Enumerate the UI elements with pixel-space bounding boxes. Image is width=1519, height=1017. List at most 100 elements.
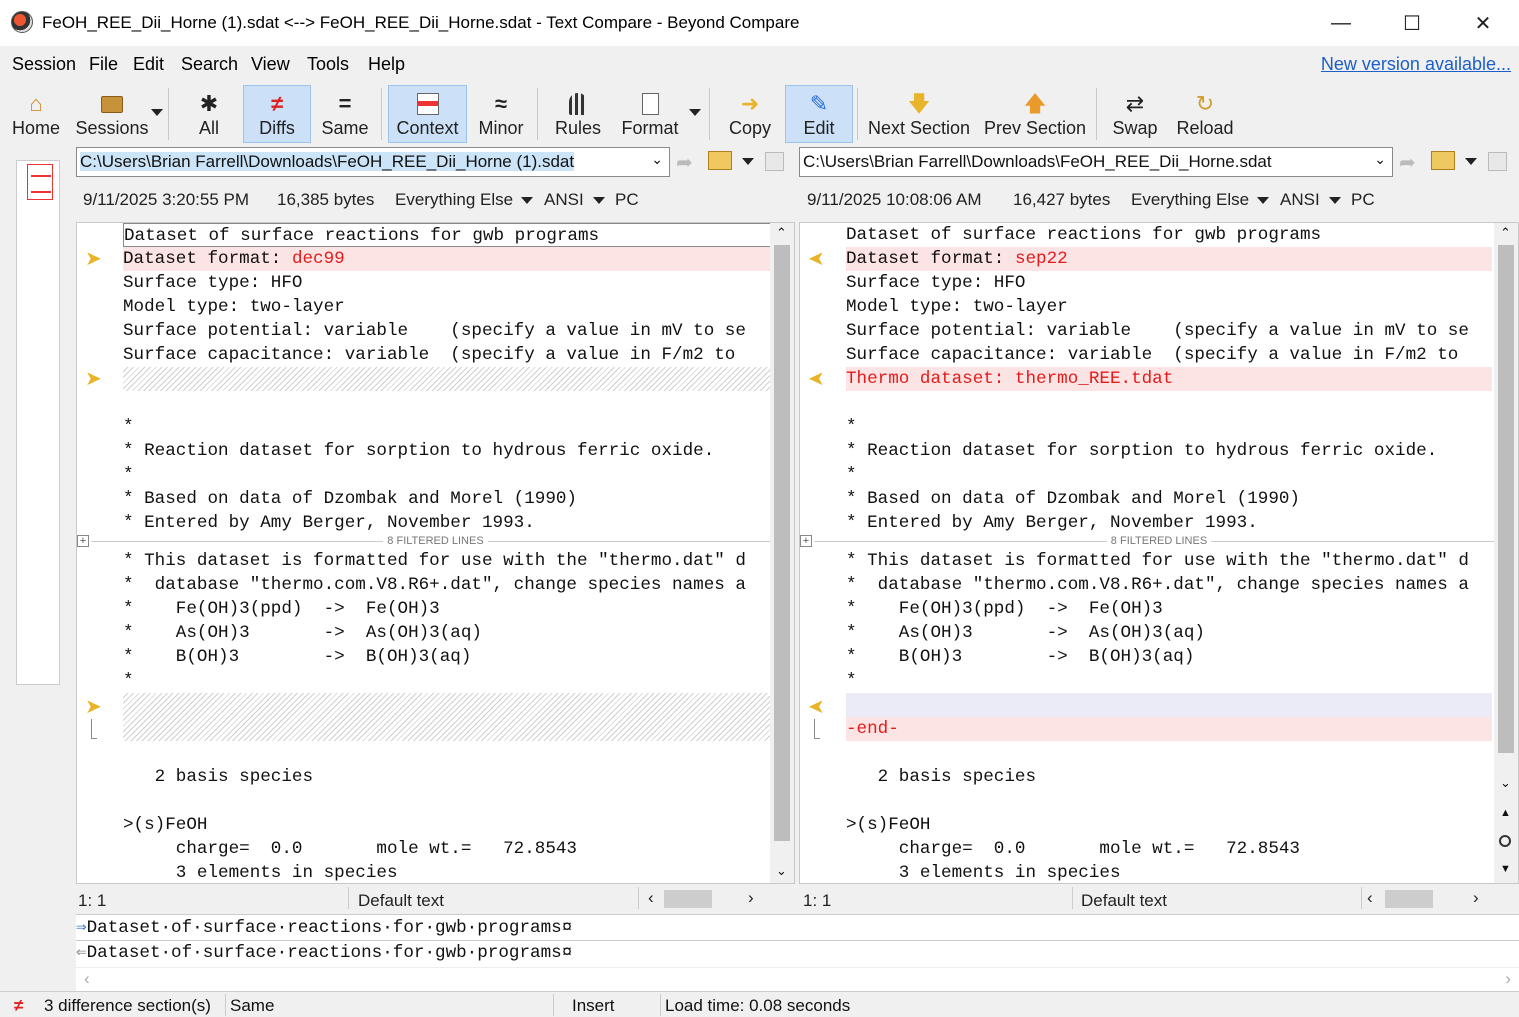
scrollbar-thumb[interactable]: [1498, 245, 1514, 753]
scrollbar-thumb[interactable]: [1385, 890, 1433, 908]
text-line[interactable]: Surface type: HFO: [123, 271, 303, 295]
scroll-right-icon[interactable]: ›: [1473, 888, 1479, 908]
same-filter-button[interactable]: = Same: [312, 85, 378, 143]
text-line[interactable]: Surface capacitance: variable (specify a…: [846, 343, 1469, 367]
text-line[interactable]: *: [123, 463, 134, 487]
text-line[interactable]: Surface capacitance: variable (specify a…: [123, 343, 746, 367]
right-save-icon[interactable]: [1488, 152, 1507, 171]
scroll-up-icon[interactable]: ⌃: [1500, 225, 1511, 241]
left-path-input[interactable]: C:\Users\Brian Farrell\Downloads\FeOH_RE…: [76, 147, 670, 177]
menu-session[interactable]: Session: [12, 54, 76, 75]
left-format-select[interactable]: Everything Else: [395, 190, 513, 210]
text-line[interactable]: 3 elements in species: [846, 861, 1121, 883]
text-line[interactable]: 2 basis species: [846, 765, 1036, 789]
text-line[interactable]: * As(OH)3 -> As(OH)3(aq): [123, 621, 482, 645]
prev-section-button[interactable]: 🡅 Prev Section: [982, 85, 1088, 143]
difference-overview-map[interactable]: [16, 160, 60, 685]
text-line[interactable]: * Based on data of Dzombak and Morel (19…: [123, 487, 577, 511]
minimize-button[interactable]: —: [1306, 0, 1376, 46]
text-line[interactable]: * As(OH)3 -> As(OH)3(aq): [846, 621, 1205, 645]
text-line[interactable]: * Reaction dataset for sorption to hydro…: [846, 439, 1437, 463]
next-diff-icon[interactable]: ▼: [1500, 863, 1511, 875]
scrollbar-thumb[interactable]: [664, 890, 712, 908]
right-line-ending[interactable]: PC: [1351, 190, 1375, 210]
edit-button[interactable]: ✎ Edit: [785, 85, 853, 143]
text-line[interactable]: Model type: two-layer: [846, 295, 1068, 319]
format-dropdown-icon[interactable]: [689, 109, 701, 116]
text-line[interactable]: Surface potential: variable (specify a v…: [123, 319, 746, 343]
left-format-dropdown-icon[interactable]: [521, 197, 533, 204]
text-line[interactable]: * Based on data of Dzombak and Morel (19…: [846, 487, 1300, 511]
text-line-diff[interactable]: -end-: [846, 717, 1492, 741]
bottom-horizontal-scrollbar[interactable]: ‹ ›: [76, 967, 1519, 991]
text-line[interactable]: * B(OH)3 -> B(OH)3(aq): [123, 645, 471, 669]
right-format-select[interactable]: Everything Else: [1131, 190, 1249, 210]
copy-left-arrow-icon[interactable]: ➤: [808, 694, 825, 719]
text-line[interactable]: 2 basis species: [123, 765, 313, 789]
text-line[interactable]: *: [846, 669, 857, 693]
text-line[interactable]: * Fe(OH)3(ppd) -> Fe(OH)3: [123, 597, 440, 621]
sessions-button[interactable]: Sessions: [72, 85, 152, 143]
text-line[interactable]: *: [846, 463, 857, 487]
text-line[interactable]: Dataset of surface reactions for gwb pro…: [123, 223, 771, 247]
text-line[interactable]: * This dataset is formatted for use with…: [846, 549, 1469, 573]
rules-button[interactable]: Rules: [546, 85, 610, 143]
right-text-pane[interactable]: Dataset of surface reactions for gwb pro…: [799, 222, 1519, 884]
scroll-right-icon[interactable]: ›: [1505, 969, 1511, 989]
right-format-dropdown-icon[interactable]: [1257, 197, 1269, 204]
text-line-diff[interactable]: Thermo dataset: thermo_REE.tdat: [846, 367, 1492, 391]
chevron-down-icon[interactable]: ⌄: [1374, 151, 1386, 168]
text-line[interactable]: Model type: two-layer: [123, 295, 345, 319]
left-open-arrow-icon[interactable]: ➦: [676, 150, 693, 175]
text-line[interactable]: Surface potential: variable (specify a v…: [846, 319, 1469, 343]
chevron-down-icon[interactable]: ⌄: [651, 151, 663, 168]
all-filter-button[interactable]: ✱ All: [176, 85, 242, 143]
scroll-left-icon[interactable]: ‹: [648, 888, 654, 908]
menu-view[interactable]: View: [251, 54, 290, 75]
copy-left-arrow-icon[interactable]: ➤: [808, 246, 825, 271]
text-line-diff[interactable]: Dataset format: sep22: [846, 247, 1492, 271]
text-line[interactable]: charge= 0.0 mole wt.= 72.8543: [846, 837, 1300, 861]
text-line[interactable]: * database "thermo.com.V8.R6+.dat", chan…: [846, 573, 1469, 597]
expand-plus-icon[interactable]: +: [77, 535, 89, 547]
text-line-diff[interactable]: Dataset format: dec99: [123, 247, 771, 271]
blank-line-diff[interactable]: [846, 693, 1492, 717]
left-encoding-dropdown-icon[interactable]: [593, 197, 605, 204]
copy-right-arrow-icon[interactable]: ➤: [85, 366, 102, 391]
home-button[interactable]: ⌂ Home: [4, 85, 68, 143]
menu-help[interactable]: Help: [368, 54, 405, 75]
text-line[interactable]: *: [123, 669, 134, 693]
reload-button[interactable]: ↻ Reload: [1172, 85, 1238, 143]
scrollbar-thumb[interactable]: [774, 245, 790, 841]
next-section-button[interactable]: 🡇 Next Section: [864, 85, 974, 143]
current-diff-icon[interactable]: [1499, 835, 1511, 847]
copy-button[interactable]: ➜ Copy: [718, 85, 782, 143]
maximize-button[interactable]: ☐: [1377, 0, 1447, 46]
text-line[interactable]: >(s)FeOH: [846, 813, 930, 837]
left-line-ending[interactable]: PC: [615, 190, 639, 210]
left-save-icon[interactable]: [765, 152, 784, 171]
scroll-down-icon[interactable]: ⌄: [776, 863, 787, 879]
copy-left-arrow-icon[interactable]: ➤: [808, 366, 825, 391]
right-horizontal-scrollbar[interactable]: ‹ ›: [1367, 888, 1497, 910]
text-line[interactable]: * Entered by Amy Berger, November 1993.: [846, 511, 1258, 535]
scroll-left-icon[interactable]: ‹: [84, 969, 90, 989]
scroll-up-icon[interactable]: ⌃: [776, 225, 787, 241]
text-line[interactable]: * Reaction dataset for sorption to hydro…: [123, 439, 714, 463]
copy-right-arrow-icon[interactable]: ➤: [85, 694, 102, 719]
minor-button[interactable]: ≈ Minor: [470, 85, 532, 143]
copy-right-arrow-icon[interactable]: ➤: [85, 246, 102, 271]
left-text-pane[interactable]: Dataset of surface reactions for gwb pro…: [76, 222, 795, 884]
scroll-left-icon[interactable]: ‹: [1367, 888, 1373, 908]
right-encoding-select[interactable]: ANSI: [1280, 190, 1320, 210]
scroll-down-icon[interactable]: ⌄: [1500, 775, 1511, 791]
text-line[interactable]: * This dataset is formatted for use with…: [123, 549, 746, 573]
line-details-pane[interactable]: ⇒Dataset·of·surface·reactions·for·gwb·pr…: [76, 914, 1519, 991]
context-button[interactable]: Context: [388, 85, 467, 143]
right-folder-icon[interactable]: [1431, 151, 1455, 170]
right-open-arrow-icon[interactable]: ➦: [1399, 150, 1416, 175]
format-button[interactable]: Format: [614, 85, 686, 143]
filtered-lines-divider[interactable]: 8 FILTERED LINES: [800, 535, 1518, 548]
menu-search[interactable]: Search: [181, 54, 238, 75]
text-line[interactable]: * database "thermo.com.V8.R6+.dat", chan…: [123, 573, 746, 597]
